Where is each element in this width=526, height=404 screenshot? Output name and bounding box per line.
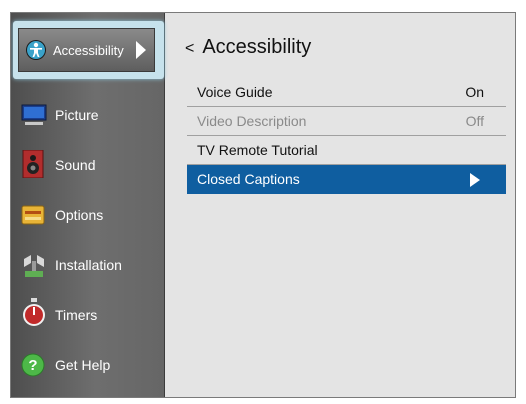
sidebar-item-installation[interactable]: Installation: [11, 241, 163, 289]
main-panel: < Accessibility Voice Guide On Video Desc…: [165, 13, 515, 397]
chevron-right-icon: [470, 173, 480, 187]
row-label: Video Description: [197, 113, 307, 129]
back-arrow[interactable]: <: [185, 40, 194, 57]
sidebar-item-label: Accessibility: [53, 43, 124, 58]
installation-icon: [21, 253, 45, 277]
options-icon: [21, 203, 45, 227]
sidebar-item-sound[interactable]: Sound: [11, 141, 163, 189]
row-value: On: [465, 84, 484, 100]
sidebar-item-options[interactable]: Options: [11, 191, 163, 239]
timer-icon: [21, 298, 45, 327]
menu-row-tv-remote-tutorial[interactable]: TV Remote Tutorial: [187, 136, 506, 165]
sidebar-item-accessibility[interactable]: Accessibility: [18, 28, 155, 72]
speaker-icon: [21, 149, 45, 179]
picture-icon: [21, 103, 47, 127]
sidebar-item-label: Options: [55, 207, 104, 223]
tv-menu-screen: Accessibility Picture Sound Options Inst…: [10, 12, 516, 398]
sidebar-item-label: Get Help: [55, 357, 111, 373]
chevron-right-icon: [136, 41, 146, 59]
svg-text:?: ?: [28, 357, 37, 374]
sidebar-item-label: Installation: [55, 257, 122, 273]
sidebar-item-get-help[interactable]: ? Get Help: [11, 341, 163, 389]
menu-row-video-description: Video Description Off: [187, 107, 506, 136]
row-label: TV Remote Tutorial: [197, 142, 318, 158]
sidebar-item-label: Timers: [55, 307, 98, 323]
sidebar-item-timers[interactable]: Timers: [11, 291, 163, 339]
sidebar: Accessibility Picture Sound Options Inst…: [11, 13, 165, 397]
sidebar-item-label: Picture: [55, 107, 99, 123]
menu-row-voice-guide[interactable]: Voice Guide On: [187, 78, 506, 107]
sidebar-item-label: Sound: [55, 157, 96, 173]
sidebar-item-picture[interactable]: Picture: [11, 91, 163, 139]
help-icon: ?: [21, 353, 45, 377]
menu-row-closed-captions[interactable]: Closed Captions: [187, 165, 506, 194]
accessibility-icon: [25, 39, 47, 66]
row-label: Closed Captions: [197, 171, 300, 187]
row-label: Voice Guide: [197, 84, 273, 100]
page-title: < Accessibility: [185, 36, 311, 59]
row-value: Off: [465, 113, 484, 129]
page-title-text: Accessibility: [202, 36, 312, 58]
